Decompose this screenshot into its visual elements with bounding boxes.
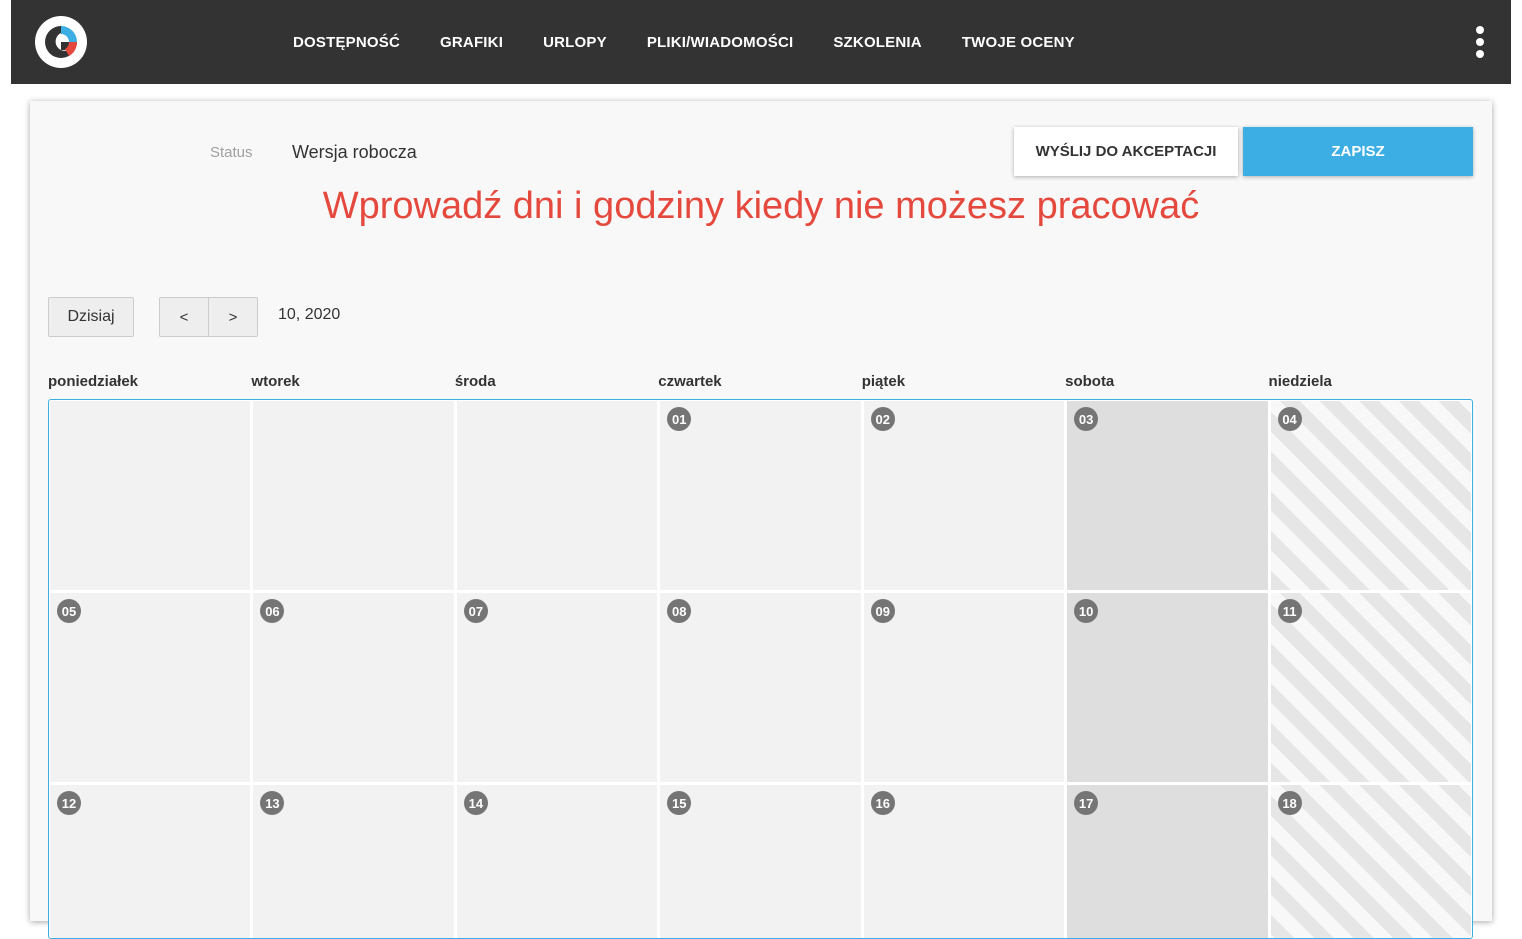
availability-panel: Status Wersja robocza WYŚLIJ DO AKCEPTAC… (30, 101, 1492, 939)
weekday-sunday: niedziela (1268, 373, 1332, 390)
kebab-menu-icon[interactable] (1475, 26, 1485, 58)
weekday-friday: piątek (861, 373, 906, 390)
weekday-monday: poniedziałek (48, 373, 139, 390)
main-nav: DOSTĘPNOŚĆ GRAFIKI URLOPY PLIKI/WIADOMOŚ… (293, 0, 1115, 84)
nav-item-dostepnosc[interactable]: DOSTĘPNOŚĆ (293, 34, 400, 51)
day-number-badge: 18 (1277, 791, 1302, 815)
calendar-day-empty (253, 401, 454, 590)
calendar-day-empty (50, 401, 251, 590)
calendar-day-05[interactable]: 05 (50, 593, 251, 782)
weekday-tuesday: wtorek (251, 373, 300, 390)
day-number-badge: 06 (260, 599, 285, 623)
top-navbar: DOSTĘPNOŚĆ GRAFIKI URLOPY PLIKI/WIADOMOŚ… (11, 0, 1511, 84)
calendar-day-16[interactable]: 16 (863, 785, 1065, 938)
nav-item-szkolenia[interactable]: SZKOLENIA (833, 34, 921, 51)
weekday-header: poniedziałek wtorek środa czwartek piąte… (48, 373, 1472, 390)
month-calendar-grid: 01 02 03 04 05 06 07 08 09 10 11 12 13 14 15 16 17 18 (48, 399, 1473, 939)
day-number-badge: 01 (667, 407, 692, 431)
calendar-day-04[interactable]: 04 (1270, 401, 1471, 590)
save-button[interactable]: ZAPISZ (1243, 127, 1473, 176)
app-logo-icon[interactable] (35, 16, 87, 68)
day-number-badge: 05 (57, 599, 81, 623)
day-number-badge: 17 (1074, 791, 1099, 815)
day-number-badge: 15 (667, 791, 692, 815)
nav-item-urlopy[interactable]: URLOPY (543, 34, 607, 51)
day-number-badge: 08 (667, 599, 692, 623)
day-number-badge: 10 (1074, 599, 1099, 623)
day-number-badge: 16 (870, 791, 895, 815)
day-number-badge: 13 (260, 791, 285, 815)
prev-month-button[interactable]: < (159, 297, 209, 337)
day-number-badge: 07 (463, 599, 488, 623)
calendar-day-17[interactable]: 17 (1067, 785, 1268, 938)
current-month-label: 10, 2020 (278, 306, 341, 323)
nav-item-grafiki[interactable]: GRAFIKI (440, 34, 503, 51)
nav-item-pliki-wiadomosci[interactable]: PLIKI/WIADOMOŚCI (647, 34, 794, 51)
weekday-saturday: sobota (1065, 373, 1115, 390)
day-number-badge: 09 (870, 599, 895, 623)
calendar-day-09[interactable]: 09 (863, 593, 1065, 782)
day-number-badge: 02 (870, 407, 895, 431)
status-value: Wersja robocza (292, 142, 417, 162)
calendar-day-01[interactable]: 01 (660, 401, 861, 590)
calendar-day-15[interactable]: 15 (660, 785, 861, 938)
calendar-day-03[interactable]: 03 (1067, 401, 1268, 590)
calendar-day-08[interactable]: 08 (660, 593, 861, 782)
calendar-day-11[interactable]: 11 (1270, 593, 1471, 782)
today-button[interactable]: Dzisiaj (48, 297, 134, 337)
day-number-badge: 12 (57, 791, 81, 815)
day-number-badge: 14 (463, 791, 488, 815)
weekday-wednesday: środa (454, 373, 496, 390)
calendar-day-14[interactable]: 14 (456, 785, 658, 938)
day-number-badge: 11 (1277, 599, 1302, 623)
page-headline: Wprowadź dni i godziny kiedy nie możesz … (322, 185, 1200, 227)
calendar-day-10[interactable]: 10 (1067, 593, 1268, 782)
nav-item-twoje-oceny[interactable]: TWOJE OCENY (962, 34, 1075, 51)
weekday-thursday: czwartek (658, 373, 722, 390)
calendar-day-empty (456, 401, 658, 590)
next-month-button[interactable]: > (208, 297, 258, 337)
calendar-day-12[interactable]: 12 (50, 785, 251, 938)
calendar-day-07[interactable]: 07 (456, 593, 658, 782)
status-label: Status (210, 144, 253, 161)
day-number-badge: 04 (1277, 407, 1302, 431)
calendar-day-13[interactable]: 13 (253, 785, 454, 938)
send-for-approval-button[interactable]: WYŚLIJ DO AKCEPTACJI (1014, 127, 1238, 176)
calendar-day-02[interactable]: 02 (863, 401, 1065, 590)
calendar-day-06[interactable]: 06 (253, 593, 454, 782)
day-number-badge: 03 (1074, 407, 1099, 431)
calendar-day-18[interactable]: 18 (1270, 785, 1471, 938)
